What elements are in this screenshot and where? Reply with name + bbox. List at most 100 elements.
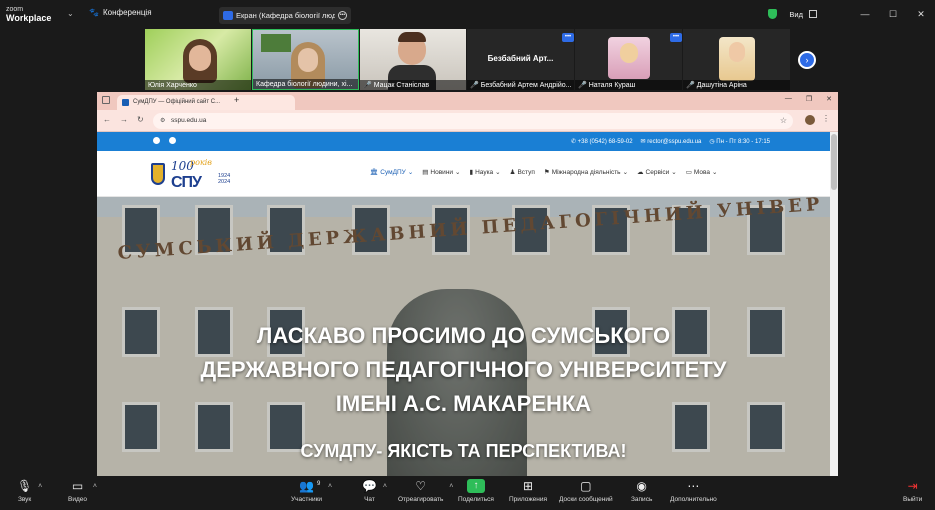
meeting-toolbar: 🎙 Звук ˄ ▭ Видео ˄ 👥 9 Участники ˄ 💬 Чат …: [0, 476, 935, 510]
bookmark-star-icon[interactable]: ☆: [780, 116, 787, 125]
participants-count: 9: [317, 481, 321, 487]
logo-line2: Workplace: [6, 13, 52, 23]
participant-name: 🎤 Дашутіна Аріна: [683, 80, 790, 90]
heart-icon: ♡: [415, 479, 427, 493]
window-controls: Вид — ☐ ✕: [768, 0, 935, 28]
site-logo[interactable]: 100 років СПУ 1924 2024: [151, 155, 241, 193]
participant-tile[interactable]: ••• 🎤 Наталя Кураш: [575, 29, 682, 90]
grid-view-icon[interactable]: [809, 10, 817, 18]
new-tab-button[interactable]: +: [234, 95, 239, 105]
tab-actions-icon[interactable]: [102, 96, 110, 104]
chevron-up-icon[interactable]: ˄: [93, 483, 97, 490]
social-links: [153, 137, 176, 144]
maximize-button[interactable]: ☐: [879, 9, 907, 20]
audio-button[interactable]: 🎙 Звук ˄: [17, 479, 42, 503]
menu-item-sumdpu[interactable]: 🏛 СумДПУ ⌄: [370, 168, 413, 177]
back-icon[interactable]: ←: [103, 115, 111, 124]
chevron-down-icon[interactable]: ⌄: [67, 9, 74, 18]
avatar: [608, 37, 650, 79]
screen-share-indicator[interactable]: Екран (Кафедра біології людини •••: [219, 7, 351, 24]
react-button[interactable]: ♡ Отреагировать ˄: [398, 479, 453, 503]
browser-nav: ← → ↻: [103, 115, 144, 124]
more-button[interactable]: ⋯ Дополнительно: [670, 479, 717, 503]
participants-button[interactable]: 👥 9 Участники ˄: [291, 479, 332, 503]
menu-item-services[interactable]: ☁ Сервіси ⌄: [637, 168, 677, 177]
menu-item-news[interactable]: ▤ Новини ⌄: [422, 168, 460, 177]
muted-mic-icon: 🎤: [363, 82, 372, 89]
chat-icon: 💬: [362, 479, 377, 493]
email-text[interactable]: ✉ rector@sspu.edu.ua: [641, 138, 702, 145]
participant-tile[interactable]: ••• Безбабний Арт... 🎤 Безбабний Артем Ан…: [467, 29, 574, 90]
participant-tile[interactable]: 🎤 Дашутіна Аріна: [683, 29, 790, 90]
participant-tile[interactable]: 🎤 Мацак Станіслав: [360, 29, 466, 90]
site-menu: 🏛 СумДПУ ⌄ ▤ Новини ⌄ ▮ Наука ⌄ ♟ Вступ …: [370, 168, 718, 177]
hero-slogan: СУМДПУ- ЯКІСТЬ ТА ПЕРСПЕКТИВА!: [300, 441, 627, 461]
more-options-icon[interactable]: •••: [338, 11, 347, 20]
scrollbar-thumb[interactable]: [831, 134, 837, 190]
close-button[interactable]: ✕: [907, 9, 935, 20]
browser-tab[interactable]: СумДПУ — Офіційний сайт С...: [117, 95, 295, 110]
close-button[interactable]: ✕: [826, 95, 832, 103]
chevron-up-icon[interactable]: ˄: [383, 483, 387, 490]
chevron-up-icon[interactable]: ˄: [328, 483, 332, 490]
participants-icon: 👥 9: [299, 479, 321, 493]
youtube-icon[interactable]: [169, 137, 176, 144]
security-shield-icon[interactable]: [768, 9, 778, 19]
participant-name: 🎤 Мацак Станіслав: [360, 80, 466, 90]
menu-item-science[interactable]: ▮ Наука ⌄: [470, 168, 501, 177]
site-top-bar: ✆ +38 (0542) 68-59-02 ✉ rector@sspu.edu.…: [97, 132, 830, 151]
browser-window-controls: — ❐ ✕: [785, 95, 832, 103]
shared-browser-window: СумДПУ — Офіційний сайт С... + — ❐ ✕ ← →…: [97, 92, 838, 476]
website-viewport: ✆ +38 (0542) 68-59-02 ✉ rector@sspu.edu.…: [97, 132, 830, 476]
apps-icon: ⊞: [522, 479, 534, 493]
url-text: sspu.edu.ua: [171, 117, 207, 124]
microphone-icon: 🎙: [17, 479, 33, 493]
page-scrollbar[interactable]: [830, 132, 838, 476]
next-participants-button[interactable]: ›: [798, 51, 816, 69]
record-button[interactable]: ◉ Запись: [631, 479, 652, 503]
more-options-icon[interactable]: •••: [670, 33, 682, 42]
favicon-icon: [122, 99, 129, 106]
participant-strip: Юлія Харченко Кафедра біології людини, х…: [145, 29, 790, 90]
reload-icon[interactable]: ↻: [137, 115, 144, 124]
forward-icon[interactable]: →: [120, 115, 128, 124]
chat-button[interactable]: 💬 Чат ˄: [362, 479, 387, 503]
minimize-button[interactable]: —: [851, 9, 879, 19]
leave-button[interactable]: ⇥ Выйти: [903, 479, 922, 503]
profile-avatar[interactable]: [805, 115, 815, 125]
minimize-button[interactable]: —: [785, 95, 792, 103]
site-contacts: ✆ +38 (0542) 68-59-02 ✉ rector@sspu.edu.…: [571, 138, 770, 145]
browser-menu-icon[interactable]: ⋮: [822, 114, 830, 123]
zoom-top-bar: zoom Workplace ⌄ 🐾 Конференція Екран (Ка…: [0, 0, 935, 28]
site-navbar: 100 років СПУ 1924 2024 🏛 СумДПУ ⌄ ▤ Нов…: [97, 151, 830, 197]
muted-mic-icon: 🎤: [578, 82, 587, 89]
logo-abbr: СПУ: [171, 174, 202, 191]
browser-address-bar: ← → ↻ ⚙ sspu.edu.ua ☆ ⋮: [97, 110, 838, 132]
url-field[interactable]: ⚙ sspu.edu.ua ☆: [153, 113, 793, 129]
menu-item-language[interactable]: ▭ Мова ⌄: [686, 168, 718, 177]
conference-button[interactable]: 🐾 Конференція: [89, 8, 152, 17]
menu-item-admission[interactable]: ♟ Вступ: [510, 168, 535, 177]
apps-button[interactable]: ⊞ Приложения: [509, 479, 547, 503]
muted-mic-icon: 🎤: [470, 82, 479, 89]
participant-tile[interactable]: Кафедра біології людини, хі...: [252, 29, 359, 90]
chevron-up-icon[interactable]: ˄: [38, 483, 42, 490]
view-label[interactable]: Вид: [789, 10, 803, 19]
chevron-up-icon[interactable]: ˄: [449, 483, 453, 490]
share-button[interactable]: ↑ Поделиться: [458, 479, 494, 503]
zoom-workplace-logo: zoom Workplace: [6, 5, 51, 23]
whiteboard-button[interactable]: ▢ Доски сообщений: [559, 479, 613, 503]
phone-text[interactable]: ✆ +38 (0542) 68-59-02: [571, 138, 633, 145]
restore-button[interactable]: ❐: [806, 95, 812, 103]
facebook-icon[interactable]: [153, 137, 160, 144]
participant-name: 🎤 Безбабний Артем Андрійо...: [467, 80, 574, 90]
paw-icon: 🐾: [89, 8, 99, 17]
video-button[interactable]: ▭ Видео ˄: [68, 479, 97, 503]
site-info-icon[interactable]: ⚙: [160, 117, 165, 124]
more-options-icon[interactable]: •••: [562, 33, 574, 42]
participant-tile[interactable]: Юлія Харченко: [145, 29, 251, 90]
menu-item-international[interactable]: ⚑ Міжнародна діяльність ⌄: [544, 168, 628, 177]
whiteboard-icon: ▢: [580, 479, 592, 493]
share-screen-icon: ↑: [466, 479, 485, 493]
participant-name: Юлія Харченко: [145, 80, 251, 90]
